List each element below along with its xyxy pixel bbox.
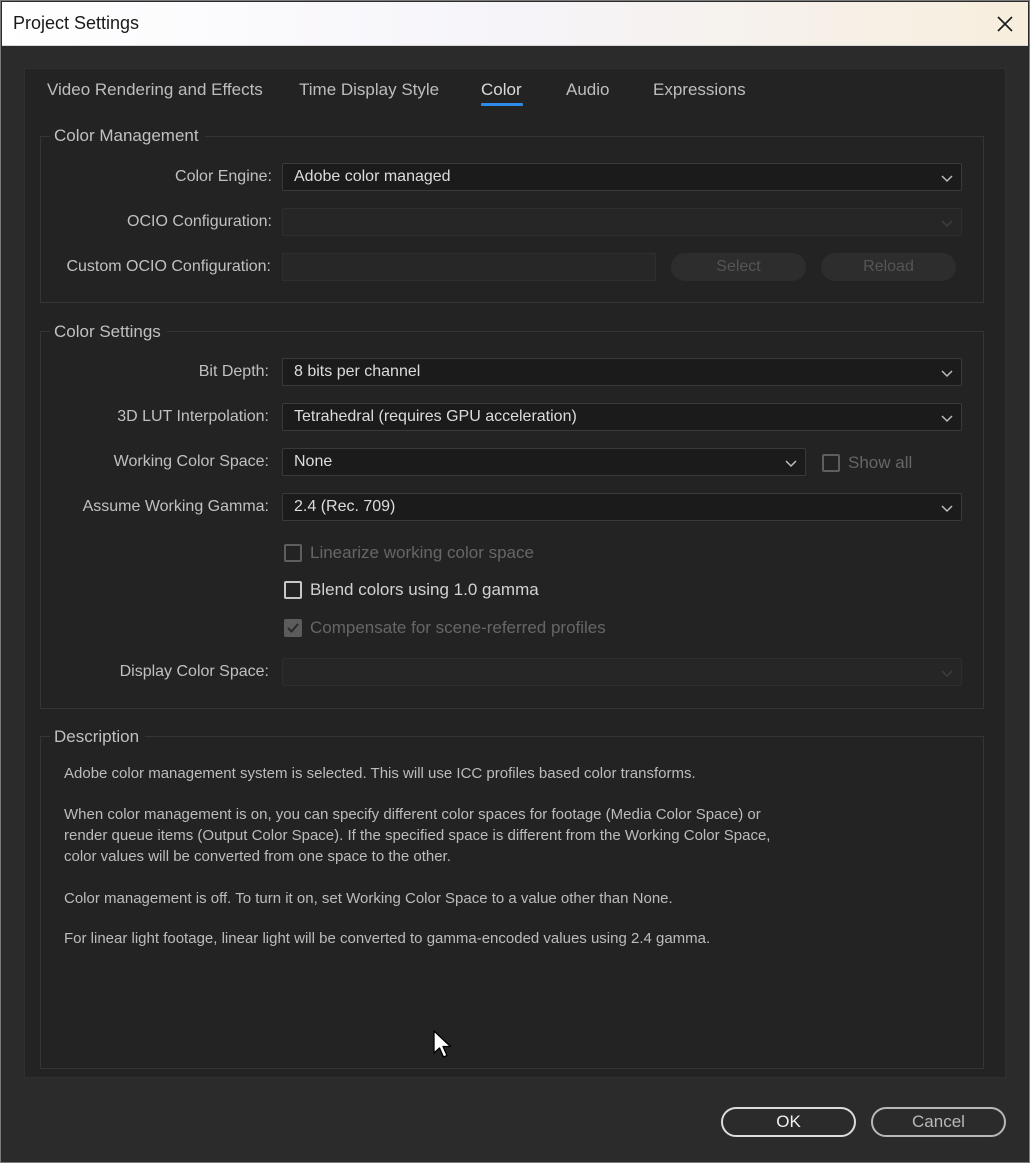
color-settings-title: Color Settings xyxy=(50,322,167,342)
window-title: Project Settings xyxy=(13,13,140,33)
chevron-down-icon xyxy=(941,175,953,183)
tab-expressions[interactable]: Expressions xyxy=(653,80,746,100)
description-line: color values will be converted from one … xyxy=(64,848,451,865)
tab-time-display-style[interactable]: Time Display Style xyxy=(299,80,439,100)
title-bar: Project Settings xyxy=(2,2,1028,46)
ocio-configuration-label: OCIO Configuration: xyxy=(127,213,272,230)
close-icon xyxy=(997,16,1013,32)
select-button: Select xyxy=(671,253,806,281)
working-color-space-value: None xyxy=(294,453,333,470)
linearize-label: Linearize working color space xyxy=(310,543,534,562)
chevron-down-icon xyxy=(941,370,953,378)
lut-interpolation-label: 3D LUT Interpolation: xyxy=(117,408,269,425)
bit-depth-dropdown[interactable]: 8 bits per channel xyxy=(282,358,962,386)
bit-depth-label: Bit Depth: xyxy=(198,363,269,380)
chevron-down-icon xyxy=(941,670,953,678)
linearize-checkbox xyxy=(284,544,302,562)
tab-video-rendering[interactable]: Video Rendering and Effects xyxy=(47,80,263,100)
working-gamma-label: Assume Working Gamma: xyxy=(82,498,269,515)
working-gamma-dropdown[interactable]: 2.4 (Rec. 709) xyxy=(282,493,962,521)
color-engine-dropdown[interactable]: Adobe color managed xyxy=(282,163,962,191)
lut-interpolation-dropdown[interactable]: Tetrahedral (requires GPU acceleration) xyxy=(282,403,962,431)
color-management-title: Color Management xyxy=(50,126,205,146)
display-color-space-label: Display Color Space: xyxy=(119,663,269,680)
description-title: Description xyxy=(50,727,146,747)
compensate-label: Compensate for scene-referred profiles xyxy=(310,618,606,637)
show-all-checkbox xyxy=(822,454,840,472)
description-line: Adobe color management system is selecte… xyxy=(64,765,696,782)
custom-ocio-label: Custom OCIO Configuration: xyxy=(66,258,271,275)
working-color-space-dropdown[interactable]: None xyxy=(282,448,806,476)
description-line: For linear light footage, linear light w… xyxy=(64,930,711,947)
working-gamma-value: 2.4 (Rec. 709) xyxy=(294,498,396,515)
color-engine-label: Color Engine: xyxy=(175,168,272,185)
description-line: When color management is on, you can spe… xyxy=(64,806,761,823)
show-all-label: Show all xyxy=(848,453,913,472)
mouse-cursor-icon xyxy=(433,1030,452,1058)
lut-interpolation-value: Tetrahedral (requires GPU acceleration) xyxy=(294,408,577,425)
bit-depth-value: 8 bits per channel xyxy=(294,363,421,380)
cancel-button[interactable]: Cancel xyxy=(871,1107,1006,1137)
ok-button[interactable]: OK xyxy=(721,1107,856,1137)
checkmark-icon xyxy=(287,623,299,633)
close-button[interactable] xyxy=(989,8,1021,40)
tab-audio[interactable]: Audio xyxy=(566,80,609,100)
custom-ocio-field xyxy=(282,253,656,281)
blend-gamma-label[interactable]: Blend colors using 1.0 gamma xyxy=(310,580,539,600)
display-color-space-dropdown xyxy=(282,658,962,686)
chevron-down-icon xyxy=(941,415,953,423)
reload-button: Reload xyxy=(821,253,956,281)
color-engine-value: Adobe color managed xyxy=(294,168,451,185)
tab-color[interactable]: Color xyxy=(481,80,522,100)
description-line: render queue items (Output Color Space).… xyxy=(64,827,771,844)
active-tab-indicator xyxy=(481,103,523,106)
working-color-space-label: Working Color Space: xyxy=(113,453,269,470)
ocio-configuration-dropdown xyxy=(282,208,962,236)
blend-gamma-checkbox[interactable] xyxy=(284,581,302,599)
chevron-down-icon xyxy=(941,220,953,228)
chevron-down-icon xyxy=(785,460,797,468)
description-line: Color management is off. To turn it on, … xyxy=(64,890,673,907)
compensate-checkbox xyxy=(284,619,302,637)
chevron-down-icon xyxy=(941,505,953,513)
